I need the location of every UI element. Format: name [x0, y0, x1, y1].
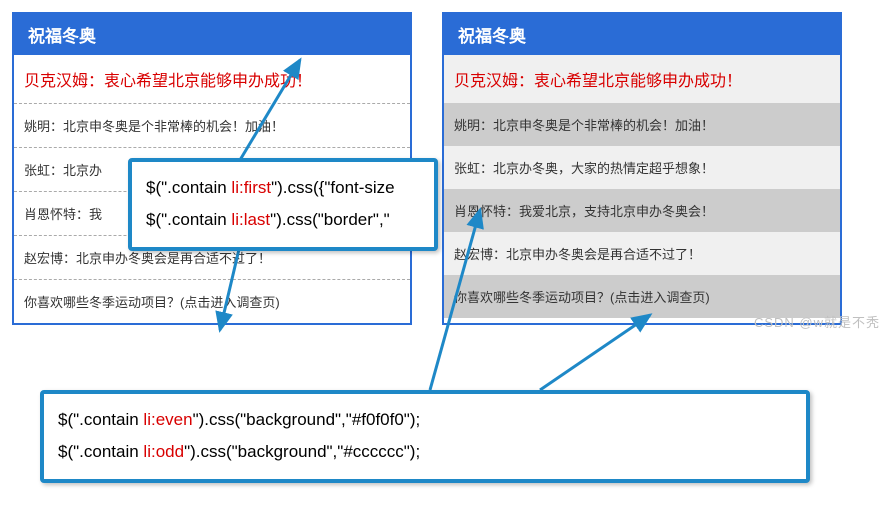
code-snippet-top: $(".contain li:first").css({"font-size $…	[128, 158, 438, 251]
list-item: 贝克汉姆：衷心希望北京能够申办成功！	[14, 55, 410, 104]
code-text: ").css("border","	[270, 210, 390, 229]
panel-right-list: 贝克汉姆：衷心希望北京能够申办成功！ 姚明：北京申冬奥是个非常棒的机会！加油！ …	[444, 55, 840, 318]
code-text: $(".contain	[146, 210, 231, 229]
code-line: $(".contain li:odd").css("background","#…	[58, 436, 792, 468]
code-text: ").css({"font-size	[271, 178, 395, 197]
panel-right: 祝福冬奥 贝克汉姆：衷心希望北京能够申办成功！ 姚明：北京申冬奥是个非常棒的机会…	[442, 12, 842, 325]
code-text: $(".contain	[58, 410, 143, 429]
code-snippet-bottom: $(".contain li:even").css("background","…	[40, 390, 810, 483]
code-line: $(".contain li:last").css("border","	[146, 204, 420, 236]
list-item[interactable]: 你喜欢哪些冬季运动项目？(点击进入调查页)	[14, 280, 410, 323]
selector-highlight: li:odd	[143, 442, 184, 461]
code-text: ").css("background","#f0f0f0");	[193, 410, 421, 429]
selector-highlight: li:last	[231, 210, 270, 229]
list-item: 张虹：北京办冬奥，大家的热情定超乎想象！	[444, 146, 840, 189]
list-item: 赵宏博：北京申办冬奥会是再合适不过了！	[444, 232, 840, 275]
code-text: $(".contain	[58, 442, 143, 461]
selector-highlight: li:even	[143, 410, 192, 429]
panel-left-title: 祝福冬奥	[14, 14, 410, 55]
arrow-icon	[540, 315, 650, 390]
list-item: 贝克汉姆：衷心希望北京能够申办成功！	[444, 55, 840, 103]
list-item: 姚明：北京申冬奥是个非常棒的机会！加油！	[444, 103, 840, 146]
code-line: $(".contain li:first").css({"font-size	[146, 172, 420, 204]
code-text: ").css("background","#cccccc");	[184, 442, 420, 461]
watermark-text: CSDN @w就是不秃	[754, 312, 880, 331]
selector-highlight: li:first	[231, 178, 271, 197]
list-item: 肖恩怀特：我爱北京，支持北京申办冬奥会！	[444, 189, 840, 232]
code-line: $(".contain li:even").css("background","…	[58, 404, 792, 436]
code-text: $(".contain	[146, 178, 231, 197]
list-item: 姚明：北京申冬奥是个非常棒的机会！加油！	[14, 104, 410, 148]
panel-right-title: 祝福冬奥	[444, 14, 840, 55]
